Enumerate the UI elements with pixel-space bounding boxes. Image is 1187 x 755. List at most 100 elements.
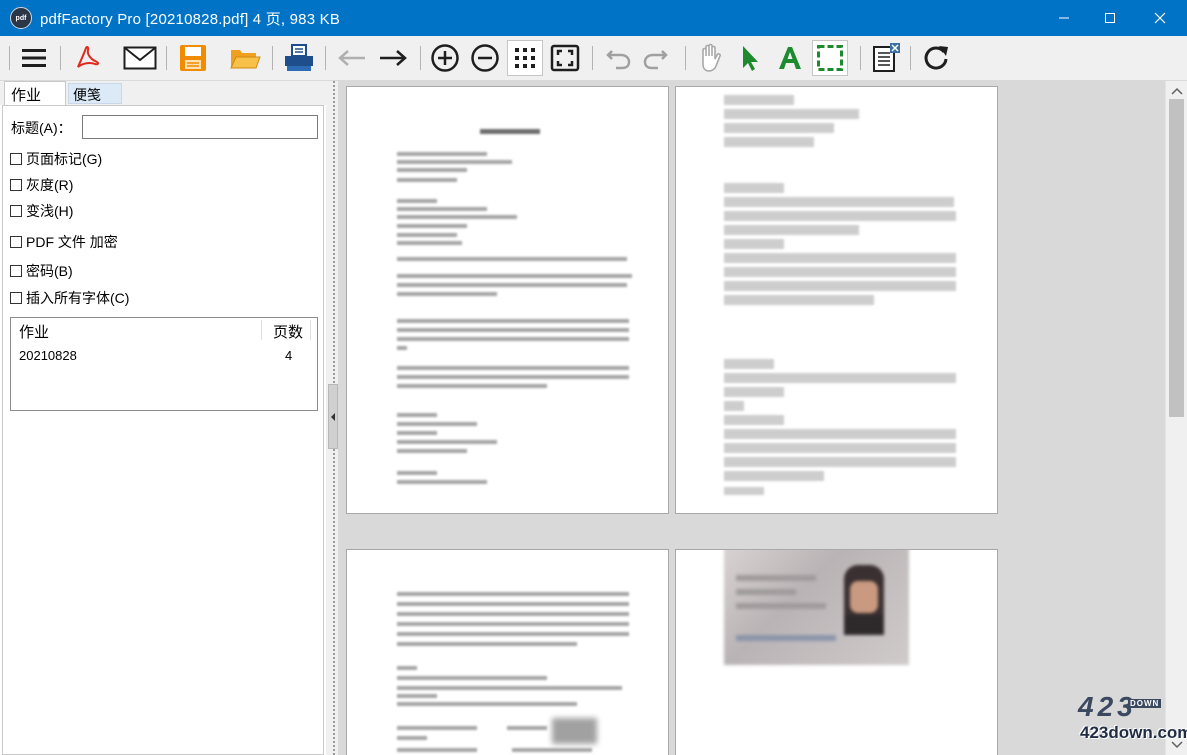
- toolbar-separator: [166, 46, 167, 70]
- tab-job[interactable]: 作业: [4, 81, 66, 106]
- acrobat-pdf-button[interactable]: [69, 40, 105, 76]
- job-page-count: 4: [285, 348, 293, 363]
- back-button[interactable]: [334, 40, 370, 76]
- pdf-icon: [77, 45, 100, 68]
- jobs-header: 作业 页数: [11, 318, 317, 342]
- column-divider[interactable]: [261, 320, 262, 340]
- collapse-left-icon: [331, 412, 335, 421]
- checkbox-label: 灰度(R): [26, 177, 74, 193]
- maximize-button[interactable]: [1087, 0, 1133, 36]
- save-button[interactable]: [175, 40, 211, 76]
- jobs-list: 作业 页数 20210828 4: [10, 317, 318, 411]
- page-thumbnail-2[interactable]: [675, 86, 998, 514]
- page-marks-checkbox[interactable]: 页面标记(G): [10, 149, 102, 169]
- grayscale-checkbox[interactable]: 灰度(R): [10, 175, 73, 195]
- document-button[interactable]: [867, 40, 903, 76]
- hand-tool-button[interactable]: [692, 40, 728, 76]
- refresh-button[interactable]: [918, 40, 954, 76]
- redo-icon: [643, 50, 668, 70]
- email-button[interactable]: [122, 40, 158, 76]
- checkbox-box[interactable]: [10, 265, 22, 277]
- watermark-down: DOWN: [1128, 699, 1162, 708]
- id-card-image: [724, 550, 909, 665]
- checkbox-label: 变浅(H): [26, 203, 74, 219]
- window-controls: [1041, 0, 1187, 36]
- close-button[interactable]: [1133, 0, 1187, 36]
- toolbar-separator: [325, 46, 326, 70]
- print-button[interactable]: [281, 40, 317, 76]
- toolbar-separator: [60, 46, 61, 70]
- title-bar: pdf pdfFactory Pro [20210828.pdf] 4 页, 9…: [0, 0, 1187, 36]
- undo-button[interactable]: [600, 40, 636, 76]
- select-tool-button[interactable]: [732, 40, 768, 76]
- app-icon-text: pdf: [15, 14, 27, 22]
- toolbar-separator: [592, 46, 593, 70]
- menu-button[interactable]: [16, 40, 52, 76]
- redo-button[interactable]: [638, 40, 674, 76]
- hand-tool-icon: [702, 43, 721, 72]
- checkbox-box[interactable]: [10, 205, 22, 217]
- page-thumbnail-1[interactable]: [346, 86, 669, 514]
- toolbar-separator: [860, 46, 861, 70]
- checkbox-label: 页面标记(G): [26, 151, 103, 167]
- checkbox-label: 插入所有字体(C): [26, 290, 130, 306]
- maximize-icon: [1105, 13, 1115, 23]
- password-checkbox[interactable]: 密码(B): [10, 261, 73, 281]
- watermark-logo: 423 DOWN 423down.com: [1078, 693, 1187, 745]
- title-label: 标题(A)：: [11, 120, 72, 136]
- tab-notes[interactable]: 便笺: [68, 83, 122, 104]
- minimize-icon: [1059, 17, 1069, 19]
- zoom-in-button[interactable]: [427, 40, 463, 76]
- job-panel: 作业 便笺 标题(A)： 页面标记(G) 灰度(R) 变浅(H) PDF 文件 …: [0, 81, 326, 755]
- open-button[interactable]: [227, 40, 263, 76]
- job-name: 20210828: [19, 348, 77, 363]
- toolbar-separator: [910, 46, 911, 70]
- save-icon: [180, 45, 206, 71]
- undo-icon: [606, 50, 631, 70]
- minimize-button[interactable]: [1041, 0, 1087, 36]
- column-divider[interactable]: [310, 320, 311, 340]
- menu-icon: [22, 49, 46, 67]
- refresh-icon: [924, 46, 948, 70]
- lighten-checkbox[interactable]: 变浅(H): [10, 201, 73, 221]
- zoom-out-button[interactable]: [467, 40, 503, 76]
- checkbox-box[interactable]: [10, 179, 22, 191]
- fit-page-icon: [550, 44, 580, 72]
- checkbox-box[interactable]: [10, 153, 22, 165]
- select-arrow-icon: [743, 46, 758, 71]
- toolbar-separator: [9, 46, 10, 70]
- page-thumbnail-4[interactable]: [675, 549, 998, 755]
- forward-button[interactable]: [375, 40, 411, 76]
- checkbox-box[interactable]: [10, 292, 22, 304]
- title-input[interactable]: [82, 115, 318, 139]
- checkbox-label: PDF 文件 加密: [26, 234, 118, 250]
- jobs-header-job[interactable]: 作业: [19, 321, 49, 342]
- text-tool-button[interactable]: [772, 40, 808, 76]
- panel-tabs: 作业 便笺: [0, 81, 326, 106]
- print-icon: [285, 44, 313, 71]
- checkbox-label: 密码(B): [26, 263, 73, 279]
- page-thumbnail-3[interactable]: [346, 549, 669, 755]
- area-select-button[interactable]: [812, 40, 848, 76]
- close-icon: [1154, 12, 1166, 24]
- grid-view-button[interactable]: [507, 40, 543, 76]
- pdf-encrypt-checkbox[interactable]: PDF 文件 加密: [10, 232, 118, 252]
- scroll-thumb[interactable]: [1169, 99, 1184, 417]
- zoom-in-icon: [431, 44, 459, 72]
- vertical-scrollbar[interactable]: [1165, 81, 1187, 755]
- fit-page-button[interactable]: [547, 40, 583, 76]
- collapse-panel-button[interactable]: [328, 384, 338, 449]
- text-tool-icon: [779, 47, 801, 69]
- jobs-header-pages[interactable]: 页数: [273, 321, 303, 342]
- zoom-out-icon: [471, 44, 499, 72]
- scroll-up-icon[interactable]: [1171, 86, 1183, 96]
- grid-view-icon: [515, 48, 535, 68]
- toolbar-separator: [420, 46, 421, 70]
- checkbox-box[interactable]: [10, 236, 22, 248]
- embed-fonts-checkbox[interactable]: 插入所有字体(C): [10, 288, 129, 308]
- pdffactory-app-icon[interactable]: pdf: [10, 7, 32, 29]
- open-folder-icon: [230, 50, 261, 69]
- page-preview-area[interactable]: [338, 81, 1165, 755]
- forward-arrow-icon: [380, 50, 407, 66]
- mail-icon: [123, 46, 157, 70]
